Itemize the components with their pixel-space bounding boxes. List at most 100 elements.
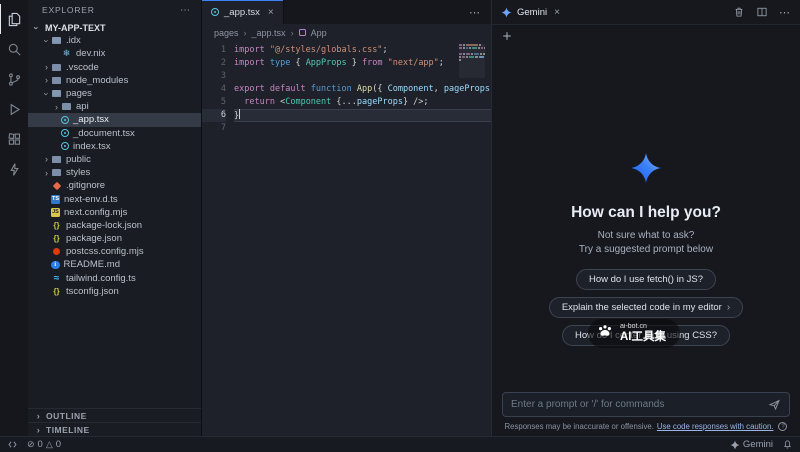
new-chat-plus-icon[interactable] <box>501 30 513 42</box>
prompt-input[interactable] <box>511 399 762 410</box>
tree-item-package-lock.json[interactable]: package-lock.json <box>28 219 201 232</box>
tree-item-package.json[interactable]: package.json <box>28 232 201 245</box>
warning-count: 0 <box>56 439 61 450</box>
help-icon[interactable]: ? <box>778 422 787 431</box>
sidebar-sections: › OUTLINE › TIMELINE <box>28 408 201 436</box>
gemini-panel: Gemini × ⋯ <box>491 0 800 436</box>
line-number[interactable]: 5 <box>202 96 226 109</box>
line-number[interactable]: 4 <box>202 83 226 96</box>
prompt-input-box[interactable] <box>502 392 790 417</box>
tree-item-label: dev.nix <box>76 48 105 59</box>
tree-item-postcss.config.mjs[interactable]: postcss.config.mjs <box>28 245 201 258</box>
activity-extensions[interactable] <box>0 124 28 154</box>
code-line[interactable] <box>234 70 491 83</box>
line-number[interactable]: 1 <box>202 44 226 57</box>
tree-item-styles[interactable]: ›styles <box>28 166 201 179</box>
problems-indicator[interactable]: ⊘ 0 △ 0 <box>27 439 61 450</box>
tab-gemini[interactable]: Gemini × <box>501 7 560 18</box>
ts-icon <box>51 195 60 204</box>
remote-icon[interactable] <box>7 439 18 450</box>
tree-item-label: index.tsx <box>73 141 111 152</box>
editor-more-actions-icon[interactable]: ⋯ <box>469 6 481 19</box>
tree-item-public[interactable]: ›public <box>28 153 201 166</box>
outline-section[interactable]: › OUTLINE <box>28 408 201 422</box>
watermark-domain: ai-bot.cn <box>620 323 666 331</box>
tree-item-next-env.d.ts[interactable]: next-env.d.ts <box>28 192 201 205</box>
activity-idx[interactable] <box>0 154 28 184</box>
send-icon[interactable] <box>768 398 781 411</box>
caution-link[interactable]: Use code responses with caution. <box>657 422 774 431</box>
tree-item-label: .gitignore <box>66 180 105 191</box>
files-icon <box>7 12 22 27</box>
breadcrumb-symbol[interactable]: App <box>311 28 327 38</box>
panel-more-actions-icon[interactable]: ⋯ <box>779 6 791 19</box>
run-debug-icon <box>7 102 22 117</box>
tree-item-pages[interactable]: ›pages <box>28 87 201 100</box>
tree-item-label: public <box>66 154 91 165</box>
json-icon <box>51 233 62 244</box>
tree-item-tsconfig.json[interactable]: tsconfig.json <box>28 285 201 298</box>
line-number[interactable]: 2 <box>202 57 226 70</box>
gemini-status-item[interactable]: Gemini <box>730 439 773 450</box>
tree-item-dev.nix[interactable]: dev.nix <box>28 47 201 60</box>
chevron-icon: › <box>52 102 61 112</box>
disclaimer-text: Responses may be inaccurate or offensive… <box>505 422 654 431</box>
code-line[interactable] <box>234 122 491 135</box>
code-line[interactable]: return <Component {...pageProps} />; <box>234 96 491 109</box>
tree-item-index.tsx[interactable]: index.tsx <box>28 140 201 153</box>
trash-icon[interactable] <box>733 6 745 18</box>
tree-item-next.config.mjs[interactable]: next.config.mjs <box>28 206 201 219</box>
tree-item-README.md[interactable]: README.md <box>28 258 201 271</box>
minimap-line <box>459 47 485 49</box>
close-tab-icon[interactable]: × <box>268 7 274 18</box>
tree-item-.vscode[interactable]: ›.vscode <box>28 61 201 74</box>
code-line[interactable]: import "@/styles/globals.css"; <box>234 44 491 57</box>
source-control-icon <box>7 72 22 87</box>
code-line[interactable]: import type { AppProps } from "next/app"… <box>234 57 491 70</box>
tailwind-icon <box>51 273 62 284</box>
line-number[interactable]: 7 <box>202 122 226 135</box>
extensions-icon <box>7 132 22 147</box>
gutter[interactable]: 1234567 <box>202 44 234 436</box>
activity-source-control[interactable] <box>0 64 28 94</box>
timeline-section[interactable]: › TIMELINE <box>28 422 201 436</box>
paw-icon <box>597 323 613 344</box>
nix-icon <box>61 48 72 59</box>
line-number[interactable]: 6 <box>202 109 226 122</box>
close-panel-icon[interactable]: × <box>554 7 560 18</box>
suggested-prompt-2[interactable]: Explain the selected code in my editor› <box>549 297 743 318</box>
tree-item-.gitignore[interactable]: .gitignore <box>28 179 201 192</box>
activity-explorer[interactable] <box>0 4 28 34</box>
tree-item-label: _app.tsx <box>73 114 109 125</box>
js-icon <box>51 208 60 217</box>
notifications-bell[interactable] <box>782 438 793 452</box>
tree-item-.idx[interactable]: ›.idx <box>28 34 201 47</box>
tree-item-label: _document.tsx <box>73 128 135 139</box>
tree-item-api[interactable]: ›api <box>28 100 201 113</box>
activity-search[interactable] <box>0 34 28 64</box>
suggested-prompt-1[interactable]: How do I use fetch() in JS? <box>576 269 716 290</box>
breadcrumb-file[interactable]: _app.tsx <box>252 28 286 38</box>
tree-root-folder[interactable]: › MY-APP-TEXT <box>28 21 201 34</box>
minimap[interactable] <box>459 44 485 436</box>
root-folder-label: MY-APP-TEXT <box>45 23 106 33</box>
split-editor-icon[interactable] <box>756 6 768 18</box>
file-tree: ›.idxdev.nix›.vscode›node_modules›pages›… <box>28 34 201 298</box>
tree-item-label: tailwind.config.ts <box>66 273 136 284</box>
json-icon <box>51 220 62 231</box>
chevron-icon: › <box>42 75 51 85</box>
tree-item-label: .idx <box>66 35 81 46</box>
code-line[interactable]: export default function App({ Component,… <box>234 83 491 96</box>
tree-item-tailwind.config.ts[interactable]: tailwind.config.ts <box>28 272 201 285</box>
tab-app-tsx[interactable]: _app.tsx × <box>202 0 284 24</box>
activity-run-debug[interactable] <box>0 94 28 124</box>
code-lines[interactable]: import "@/styles/globals.css";import typ… <box>234 44 491 436</box>
gemini-subtitle: Not sure what to ask? Try a suggested pr… <box>579 229 713 256</box>
code-line[interactable]: } <box>234 109 491 122</box>
tree-item-_document.tsx[interactable]: _document.tsx <box>28 127 201 140</box>
line-number[interactable]: 3 <box>202 70 226 83</box>
breadcrumb-pages[interactable]: pages <box>214 28 239 38</box>
tree-item-_app.tsx[interactable]: _app.tsx <box>28 113 201 126</box>
explorer-more-actions[interactable]: ⋯ <box>180 5 191 16</box>
tree-item-node_modules[interactable]: ›node_modules <box>28 74 201 87</box>
